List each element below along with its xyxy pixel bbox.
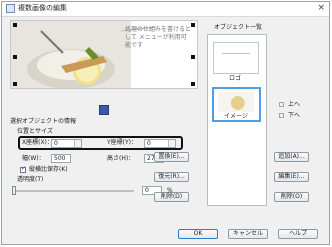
transparency-value: 0 xyxy=(145,187,149,194)
handle-left[interactable] xyxy=(13,55,17,59)
width-value: 500 xyxy=(54,155,66,162)
replace-button[interactable]: 置換(E)... xyxy=(154,152,189,162)
restore-button[interactable]: 復元(R)... xyxy=(154,172,189,182)
title-bar: 複数画像の編集 × xyxy=(2,2,329,17)
move-down-icon[interactable] xyxy=(279,113,284,118)
move-up-icon[interactable] xyxy=(279,102,284,107)
y-field[interactable]: 0 xyxy=(144,139,176,148)
keep-ratio-label: 縦横比保存(K) xyxy=(29,166,68,173)
app-icon xyxy=(6,4,15,13)
window-title: 複数画像の編集 xyxy=(18,4,67,12)
move-down-label[interactable]: 下へ xyxy=(288,112,300,120)
zoom-icon[interactable] xyxy=(99,105,109,115)
object-list: ロゴ イメージ xyxy=(207,34,267,206)
transparency-slider[interactable] xyxy=(12,190,134,192)
y-label: Y座標(Y)： xyxy=(107,139,138,146)
width-label: 幅(W)： xyxy=(22,155,45,162)
transparency-slider-thumb[interactable] xyxy=(12,186,16,195)
image-preview: 処理の仕組みを書けるとして メニューが利用可能です xyxy=(10,20,198,89)
help-button[interactable]: ヘルプ xyxy=(278,229,318,239)
close-icon[interactable]: × xyxy=(317,3,325,13)
move-up-label[interactable]: 上へ xyxy=(288,101,300,109)
edit-button[interactable]: 編集(E)... xyxy=(274,172,309,182)
x-value: 0 xyxy=(54,140,58,147)
edit-dialog: 複数画像の編集 × 処理の仕組みを書けるとして メニューが利用可能です 選択オブ… xyxy=(1,1,330,245)
handle-top-left[interactable] xyxy=(13,23,17,27)
x-label: X座標(X)： xyxy=(22,139,53,146)
height-label: 高さ(H)： xyxy=(107,155,135,162)
x-spin-arrows[interactable] xyxy=(74,140,81,147)
handle-top-right[interactable] xyxy=(191,23,195,27)
position-size-label: 位置とサイズ xyxy=(17,128,53,135)
handle-right[interactable] xyxy=(191,55,195,59)
cancel-button[interactable]: キャンセル xyxy=(228,229,268,239)
width-field[interactable]: 500 xyxy=(51,154,71,163)
transparency-label: 透明度(T) xyxy=(17,176,44,183)
list-item-logo[interactable] xyxy=(213,42,259,74)
handle-bottom-left[interactable] xyxy=(13,82,17,86)
y-value: 0 xyxy=(147,140,151,147)
y-spin-arrows[interactable] xyxy=(168,140,175,147)
ok-button[interactable]: OK xyxy=(178,229,218,239)
remove-button[interactable]: 削除(O) xyxy=(274,192,309,202)
image-thumbnail xyxy=(218,92,254,112)
list-item-logo-label: ロゴ xyxy=(229,75,242,82)
object-list-title: オブジェクト一覧 xyxy=(214,24,263,31)
keep-ratio-checkbox[interactable] xyxy=(20,165,26,173)
object-info-title: 選択オブジェクトの情報 xyxy=(10,118,77,125)
list-item-image-label: イメージ xyxy=(224,113,248,120)
delete-button[interactable]: 削除(D) xyxy=(154,192,189,202)
x-field[interactable]: 0 xyxy=(51,139,82,148)
preview-note: 処理の仕組みを書けるとして メニューが利用可能です xyxy=(125,26,192,49)
handle-bottom-right[interactable] xyxy=(191,82,195,86)
add-button[interactable]: 追加(A)... xyxy=(274,152,309,162)
